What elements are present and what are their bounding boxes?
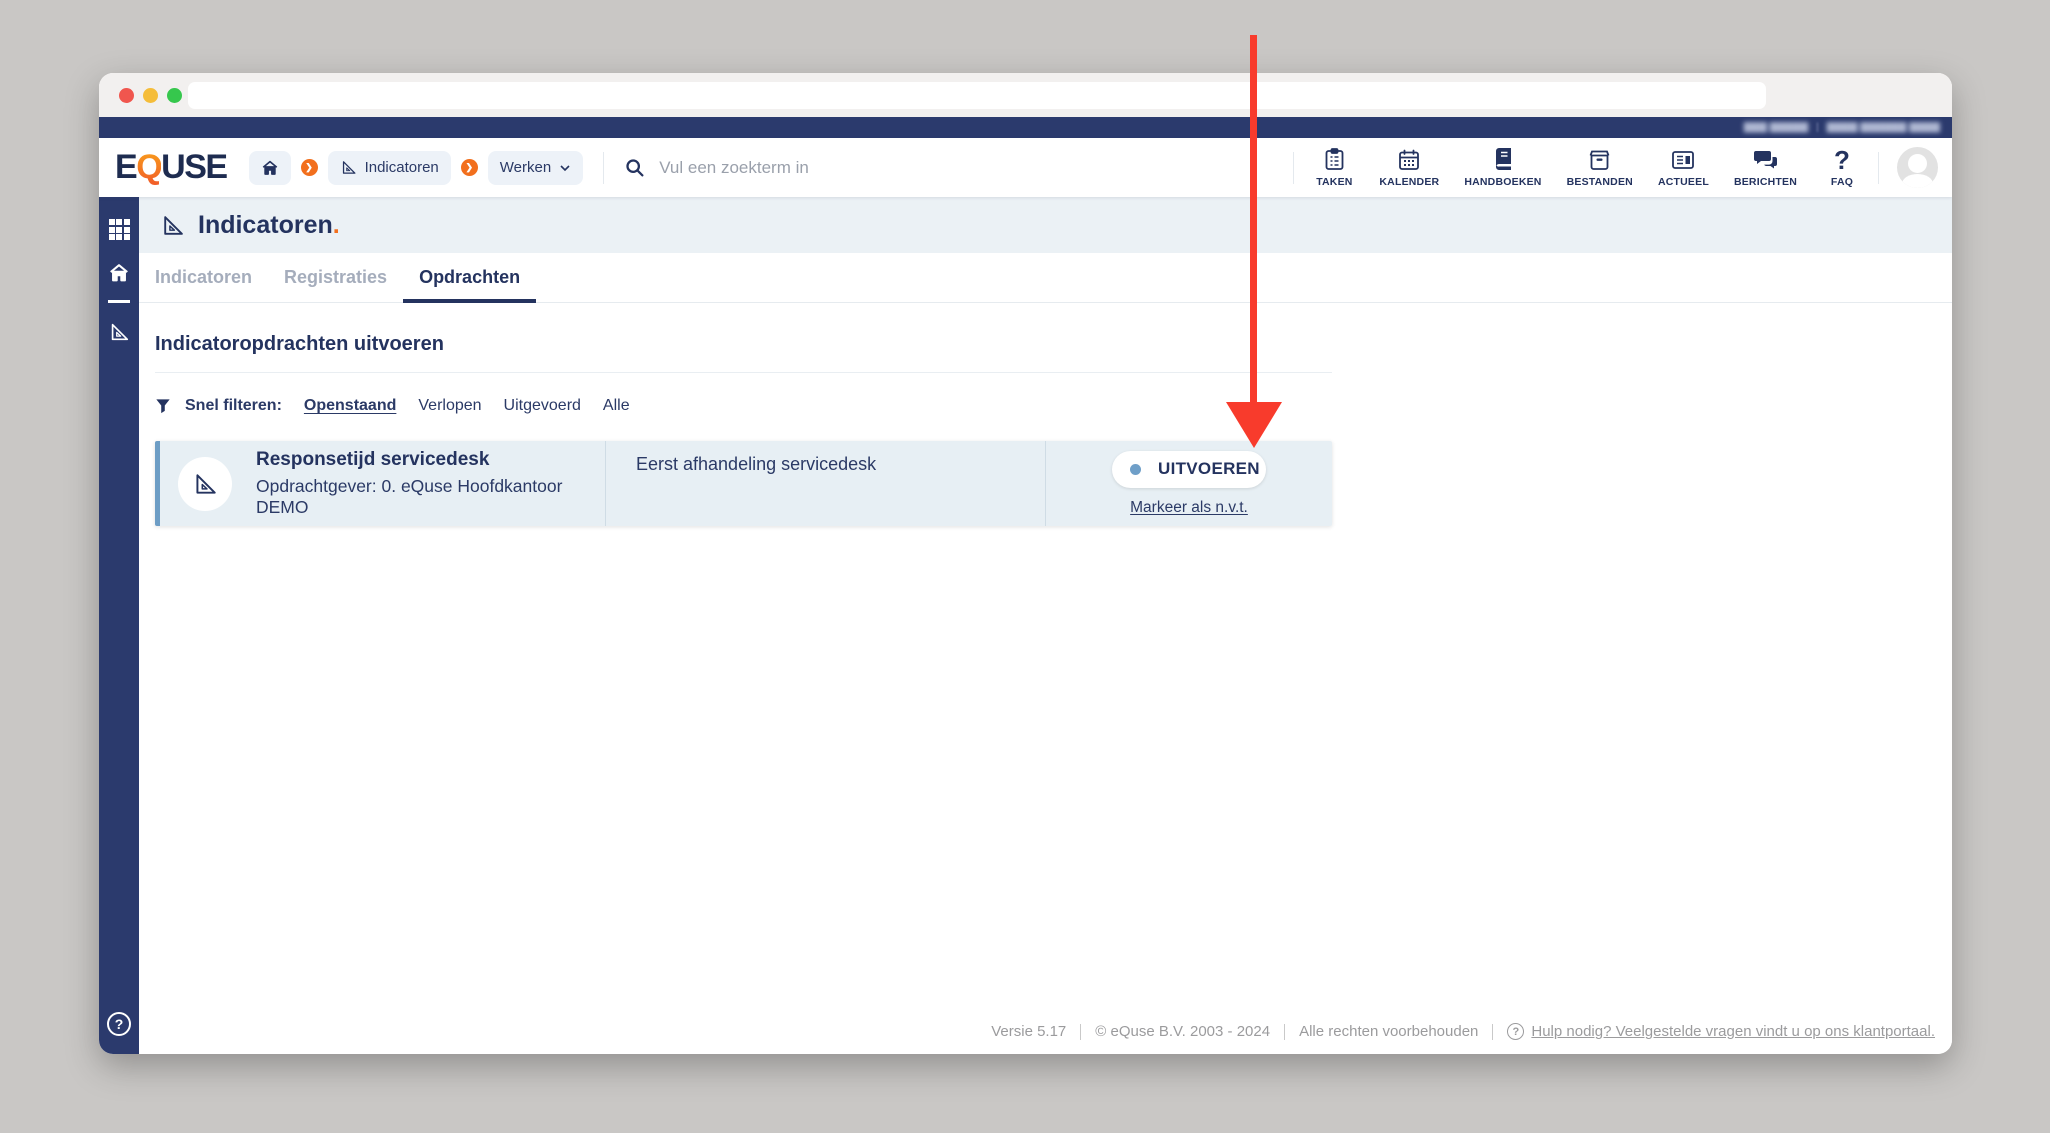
footer-help-link[interactable]: Hulp nodig? Veelgestelde vragen vindt u … bbox=[1531, 1023, 1935, 1040]
nav-label: TAKEN bbox=[1316, 175, 1353, 188]
topbar-separator: | bbox=[1816, 122, 1819, 133]
set-square-icon bbox=[192, 471, 218, 497]
search-input[interactable] bbox=[659, 157, 1274, 178]
set-square-icon bbox=[340, 159, 357, 176]
app-topbar: ▇▇▇ ▇▇▇▇▇ | ▇▇▇▇ ▇▇▇▇▇▇ ▇▇▇▇ bbox=[99, 117, 1952, 138]
funnel-icon bbox=[155, 398, 171, 414]
minimize-window-button[interactable] bbox=[143, 87, 158, 103]
help-icon[interactable]: ? bbox=[107, 1012, 131, 1036]
filter-alle[interactable]: Alle bbox=[603, 397, 630, 415]
header-nav: TAKEN KALENDER HANDBOEKEN BESTANDEN ACTU… bbox=[1314, 144, 1862, 188]
sidebar-apps-grid[interactable] bbox=[108, 219, 130, 240]
page-title-strip: Indicatoren. bbox=[139, 197, 1952, 253]
breadcrumb-indicatoren[interactable]: Indicatoren bbox=[327, 150, 451, 185]
book-icon bbox=[1493, 148, 1513, 172]
sidebar: ? bbox=[99, 197, 139, 1054]
filter-openstaand[interactable]: Openstaand bbox=[304, 397, 396, 415]
breadcrumb-home[interactable] bbox=[248, 150, 291, 185]
question-mark-icon: ? bbox=[1834, 144, 1850, 175]
browser-titlebar bbox=[99, 73, 1952, 117]
help-circle-icon: ? bbox=[1507, 1023, 1525, 1040]
sidebar-active-indicator bbox=[108, 300, 130, 303]
archive-box-icon bbox=[1588, 148, 1611, 172]
home-icon bbox=[261, 159, 279, 177]
redacted-user-text: ▇▇▇ ▇▇▇▇▇ bbox=[1743, 121, 1809, 133]
set-square-icon bbox=[108, 321, 130, 343]
search-bar bbox=[624, 157, 1274, 178]
breadcrumb: ❯ Indicatoren ❯ Werken bbox=[248, 150, 584, 185]
nav-faq[interactable]: ? FAQ bbox=[1822, 144, 1862, 188]
footer-rights: Alle rechten voorbehouden bbox=[1299, 1023, 1479, 1040]
annotation-arrow-head bbox=[1226, 402, 1282, 448]
tab-registraties[interactable]: Registraties bbox=[268, 253, 403, 303]
zoom-window-button[interactable] bbox=[167, 87, 182, 103]
task-client: Opdrachtgever: 0. eQuse Hoofdkantoor DEM… bbox=[256, 476, 563, 517]
annotation-arrow-line bbox=[1250, 35, 1257, 404]
footer-copyright: © eQuse B.V. 2003 - 2024 bbox=[1095, 1023, 1271, 1040]
grid-icon bbox=[108, 219, 130, 240]
newspaper-icon bbox=[1671, 148, 1695, 172]
nav-berichten[interactable]: BERICHTEN bbox=[1734, 148, 1797, 188]
footer: Versie 5.17 © eQuse B.V. 2003 - 2024 All… bbox=[991, 1023, 1935, 1040]
status-dot-icon bbox=[1130, 463, 1141, 475]
page-title: Indicatoren. bbox=[198, 210, 340, 239]
calendar-icon bbox=[1398, 148, 1420, 172]
header-divider bbox=[1293, 151, 1295, 184]
header-divider bbox=[1878, 151, 1879, 184]
filter-label: Snel filteren: bbox=[185, 397, 282, 414]
tab-opdrachten[interactable]: Opdrachten bbox=[403, 253, 537, 303]
breadcrumb-chevron-icon: ❯ bbox=[300, 159, 318, 176]
quick-filter: Snel filteren: Openstaand Verlopen Uitge… bbox=[155, 397, 1952, 415]
close-window-button[interactable] bbox=[119, 87, 134, 103]
sidebar-home[interactable] bbox=[108, 262, 130, 284]
breadcrumb-label: Werken bbox=[499, 159, 552, 176]
tabs: Indicatoren Registraties Opdrachten bbox=[139, 253, 1952, 303]
sidebar-indicatoren[interactable] bbox=[108, 321, 130, 343]
nav-label: FAQ bbox=[1830, 175, 1854, 188]
avatar-person-icon bbox=[1908, 154, 1927, 173]
user-avatar[interactable] bbox=[1897, 147, 1938, 188]
nav-label: HANDBOEKEN bbox=[1464, 175, 1542, 188]
nav-bestanden[interactable]: BESTANDEN bbox=[1567, 148, 1633, 188]
address-bar[interactable] bbox=[188, 82, 1766, 109]
breadcrumb-label: Indicatoren bbox=[364, 159, 439, 176]
task-icon-circle bbox=[178, 456, 232, 511]
search-icon bbox=[624, 157, 645, 178]
task-description: Eerst afhandeling servicedesk bbox=[606, 441, 1046, 526]
home-icon bbox=[108, 262, 130, 284]
nav-handboeken[interactable]: HANDBOEKEN bbox=[1464, 148, 1541, 188]
task-title: Responsetijd servicedesk bbox=[256, 449, 490, 470]
filter-verlopen[interactable]: Verlopen bbox=[418, 397, 481, 415]
nav-label: BESTANDEN bbox=[1566, 175, 1633, 188]
section-heading: Indicatoropdrachten uitvoeren bbox=[155, 333, 444, 355]
caret-down-icon bbox=[559, 162, 571, 174]
app-header: EQUSE ❯ Indicatoren ❯ Werken Vul een zoe… bbox=[99, 138, 1952, 197]
nav-kalender[interactable]: KALENDER bbox=[1379, 148, 1439, 188]
breadcrumb-chevron-icon: ❯ bbox=[460, 159, 478, 176]
browser-window: ▇▇▇ ▇▇▇▇▇ | ▇▇▇▇ ▇▇▇▇▇▇ ▇▇▇▇ EQUSE ❯ Ind… bbox=[99, 73, 1952, 1054]
header-divider bbox=[603, 151, 605, 184]
nav-label: ACTUEEL bbox=[1657, 175, 1709, 188]
nav-taken[interactable]: TAKEN bbox=[1314, 148, 1354, 188]
page-content: Indicatoren. Indicatoren Registraties Op… bbox=[139, 197, 1952, 1054]
chat-bubbles-icon bbox=[1753, 148, 1778, 172]
nav-label: KALENDER bbox=[1379, 175, 1440, 188]
redacted-org-text: ▇▇▇▇ ▇▇▇▇▇▇ ▇▇▇▇ bbox=[1826, 121, 1940, 133]
uitvoeren-button-label: UITVOEREN bbox=[1158, 459, 1260, 478]
task-card: Responsetijd servicedesk Opdrachtgever: … bbox=[155, 441, 1332, 526]
nav-actueel[interactable]: ACTUEEL bbox=[1658, 148, 1709, 188]
page-body: Indicatoropdrachten uitvoeren Snel filte… bbox=[139, 303, 1952, 1054]
markeer-nvt-link[interactable]: Markeer als n.v.t. bbox=[1130, 499, 1248, 517]
section-divider bbox=[155, 372, 1332, 373]
set-square-icon bbox=[160, 213, 185, 238]
uitvoeren-button[interactable]: UITVOEREN bbox=[1112, 450, 1266, 488]
clipboard-icon bbox=[1324, 148, 1345, 172]
footer-version: Versie 5.17 bbox=[991, 1023, 1067, 1040]
breadcrumb-werken-dropdown[interactable]: Werken bbox=[487, 150, 584, 185]
filter-uitgevoerd[interactable]: Uitgevoerd bbox=[504, 397, 581, 415]
equse-logo[interactable]: EQUSE bbox=[115, 148, 228, 187]
nav-label: BERICHTEN bbox=[1733, 175, 1797, 188]
tab-indicatoren[interactable]: Indicatoren bbox=[139, 253, 268, 303]
